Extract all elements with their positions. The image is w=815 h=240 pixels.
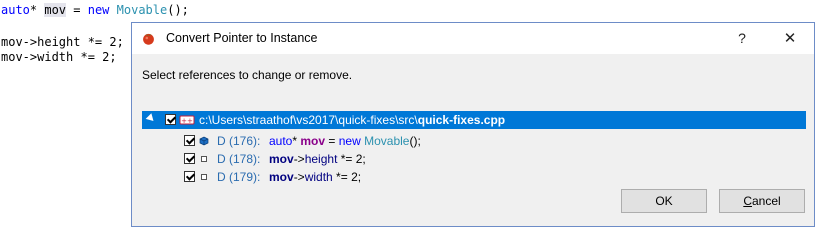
reference-code: auto* mov = new Movable();	[269, 134, 421, 148]
reference-location: D (176):	[217, 134, 261, 148]
reference-usage-icon	[201, 174, 207, 180]
code-token: height	[304, 152, 338, 166]
tree-row-reference[interactable]: D (176): auto* mov = new Movable();	[142, 132, 806, 150]
code-token: mov	[300, 134, 326, 148]
dialog-titlebar[interactable]: Convert Pointer to Instance ? ✕	[132, 23, 814, 54]
code-token: ->	[293, 152, 305, 166]
cancel-mnemonic: C	[743, 194, 752, 208]
code-token: auto	[269, 134, 293, 148]
variable-mov-highlight: mov	[44, 3, 67, 17]
code-token: =	[66, 3, 88, 17]
tree-row-reference[interactable]: D (179): mov->width *= 2;	[142, 168, 806, 186]
tree-row-reference[interactable]: D (178): mov->height *= 2;	[142, 150, 806, 168]
close-button[interactable]: ✕	[767, 23, 813, 54]
reference-checkbox[interactable]	[184, 153, 195, 164]
reference-checkbox[interactable]	[184, 135, 195, 146]
tomato-icon	[143, 33, 154, 45]
type-movable: Movable	[116, 3, 168, 17]
dialog-title: Convert Pointer to Instance	[166, 31, 318, 45]
file-name: quick-fixes.cpp	[417, 113, 506, 127]
code-token: width	[304, 170, 333, 184]
cancel-button[interactable]: Cancel	[719, 189, 805, 213]
code-token: mov	[269, 170, 294, 184]
reference-usage-icon	[201, 156, 207, 162]
reference-location: D (179):	[217, 170, 261, 184]
code-token: ();	[409, 134, 421, 148]
references-tree[interactable]: ++ c:\Users\straathof\vs2017\quick-fixes…	[142, 110, 806, 186]
expand-arrow-icon[interactable]	[145, 113, 157, 124]
keyword-auto: auto	[1, 3, 30, 17]
code-line-1[interactable]: auto* mov = new Movable();	[1, 3, 189, 17]
tree-row-file[interactable]: ++ c:\Users\straathof\vs2017\quick-fixes…	[142, 111, 806, 129]
code-line-2[interactable]: mov->height *= 2;	[1, 35, 124, 49]
reference-declaration-icon	[199, 136, 209, 146]
reference-location: D (178):	[217, 152, 261, 166]
code-token: =	[325, 134, 339, 148]
ok-button[interactable]: OK	[621, 189, 707, 213]
cpp-file-icon: ++	[179, 115, 195, 125]
reference-code: mov->height *= 2;	[269, 152, 366, 166]
file-checkbox[interactable]	[165, 114, 176, 125]
svg-text:++: ++	[181, 117, 193, 125]
code-token: *= 2;	[337, 152, 366, 166]
cancel-label-rest: ancel	[751, 194, 781, 208]
code-token: ();	[167, 3, 189, 17]
code-token: mov	[269, 152, 294, 166]
code-line-3[interactable]: mov->width *= 2;	[1, 50, 117, 64]
keyword-new: new	[87, 3, 110, 17]
code-token: new	[338, 134, 361, 148]
close-icon: ✕	[783, 30, 797, 47]
code-token: Movable	[364, 134, 410, 148]
reference-code: mov->width *= 2;	[269, 170, 361, 184]
file-path-prefix: c:\Users\straathof\vs2017\quick-fixes\sr…	[199, 113, 418, 127]
code-token: *	[29, 3, 45, 17]
instruction-text: Select references to change or remove.	[142, 68, 353, 82]
code-token: ->	[293, 170, 305, 184]
code-token: *= 2;	[332, 170, 362, 184]
help-button[interactable]: ?	[719, 23, 765, 54]
file-path: c:\Users\straathof\vs2017\quick-fixes\sr…	[199, 113, 505, 127]
convert-pointer-dialog: Convert Pointer to Instance ? ✕ Select r…	[131, 22, 815, 227]
reference-checkbox[interactable]	[184, 171, 195, 182]
